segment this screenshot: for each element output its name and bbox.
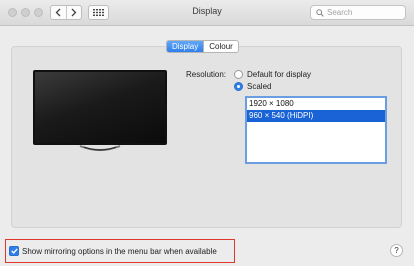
search-icon — [316, 8, 324, 17]
display-screen-illustration — [33, 70, 167, 145]
chevron-left-icon — [55, 8, 61, 17]
mirroring-label: Show mirroring options in the menu bar w… — [22, 246, 217, 256]
radio-button-default[interactable] — [234, 70, 243, 79]
radio-label-default: Default for display — [247, 70, 312, 79]
forward-button[interactable] — [65, 6, 82, 19]
chevron-right-icon — [71, 8, 77, 17]
resolution-label: Resolution: — [186, 70, 227, 79]
mirroring-option-row[interactable]: Show mirroring options in the menu bar w… — [9, 246, 217, 256]
tab-colour[interactable]: Colour — [203, 41, 238, 52]
title-bar: Display — [0, 0, 414, 26]
zoom-window-button[interactable] — [34, 8, 43, 17]
radio-default-for-display[interactable]: Default for display — [234, 70, 311, 79]
search-field[interactable] — [310, 5, 406, 20]
list-item-960x540-hidpi[interactable]: 960 × 540 (HiDPI) — [247, 110, 385, 122]
minimize-window-button[interactable] — [21, 8, 30, 17]
display-preferences-window: Display Display Colour Resolution: Defau… — [0, 0, 414, 266]
radio-button-scaled[interactable] — [234, 82, 243, 91]
tab-bar: Display Colour — [166, 40, 239, 53]
list-item-1920x1080[interactable]: 1920 × 1080 — [247, 98, 385, 110]
checkmark-icon — [10, 248, 18, 254]
radio-label-scaled: Scaled — [247, 82, 272, 91]
close-window-button[interactable] — [8, 8, 17, 17]
mirroring-checkbox[interactable] — [9, 246, 19, 256]
tab-display[interactable]: Display — [167, 41, 204, 52]
scaled-resolution-list[interactable]: 1920 × 1080 960 × 540 (HiDPI) — [245, 96, 387, 164]
radio-scaled[interactable]: Scaled — [234, 82, 271, 91]
search-input[interactable] — [327, 8, 401, 17]
back-button[interactable] — [51, 6, 66, 19]
grid-icon — [93, 9, 104, 16]
help-button[interactable]: ? — [390, 244, 403, 257]
show-all-button[interactable] — [88, 5, 109, 20]
back-forward-group — [50, 5, 82, 20]
display-stand-illustration — [79, 145, 121, 151]
